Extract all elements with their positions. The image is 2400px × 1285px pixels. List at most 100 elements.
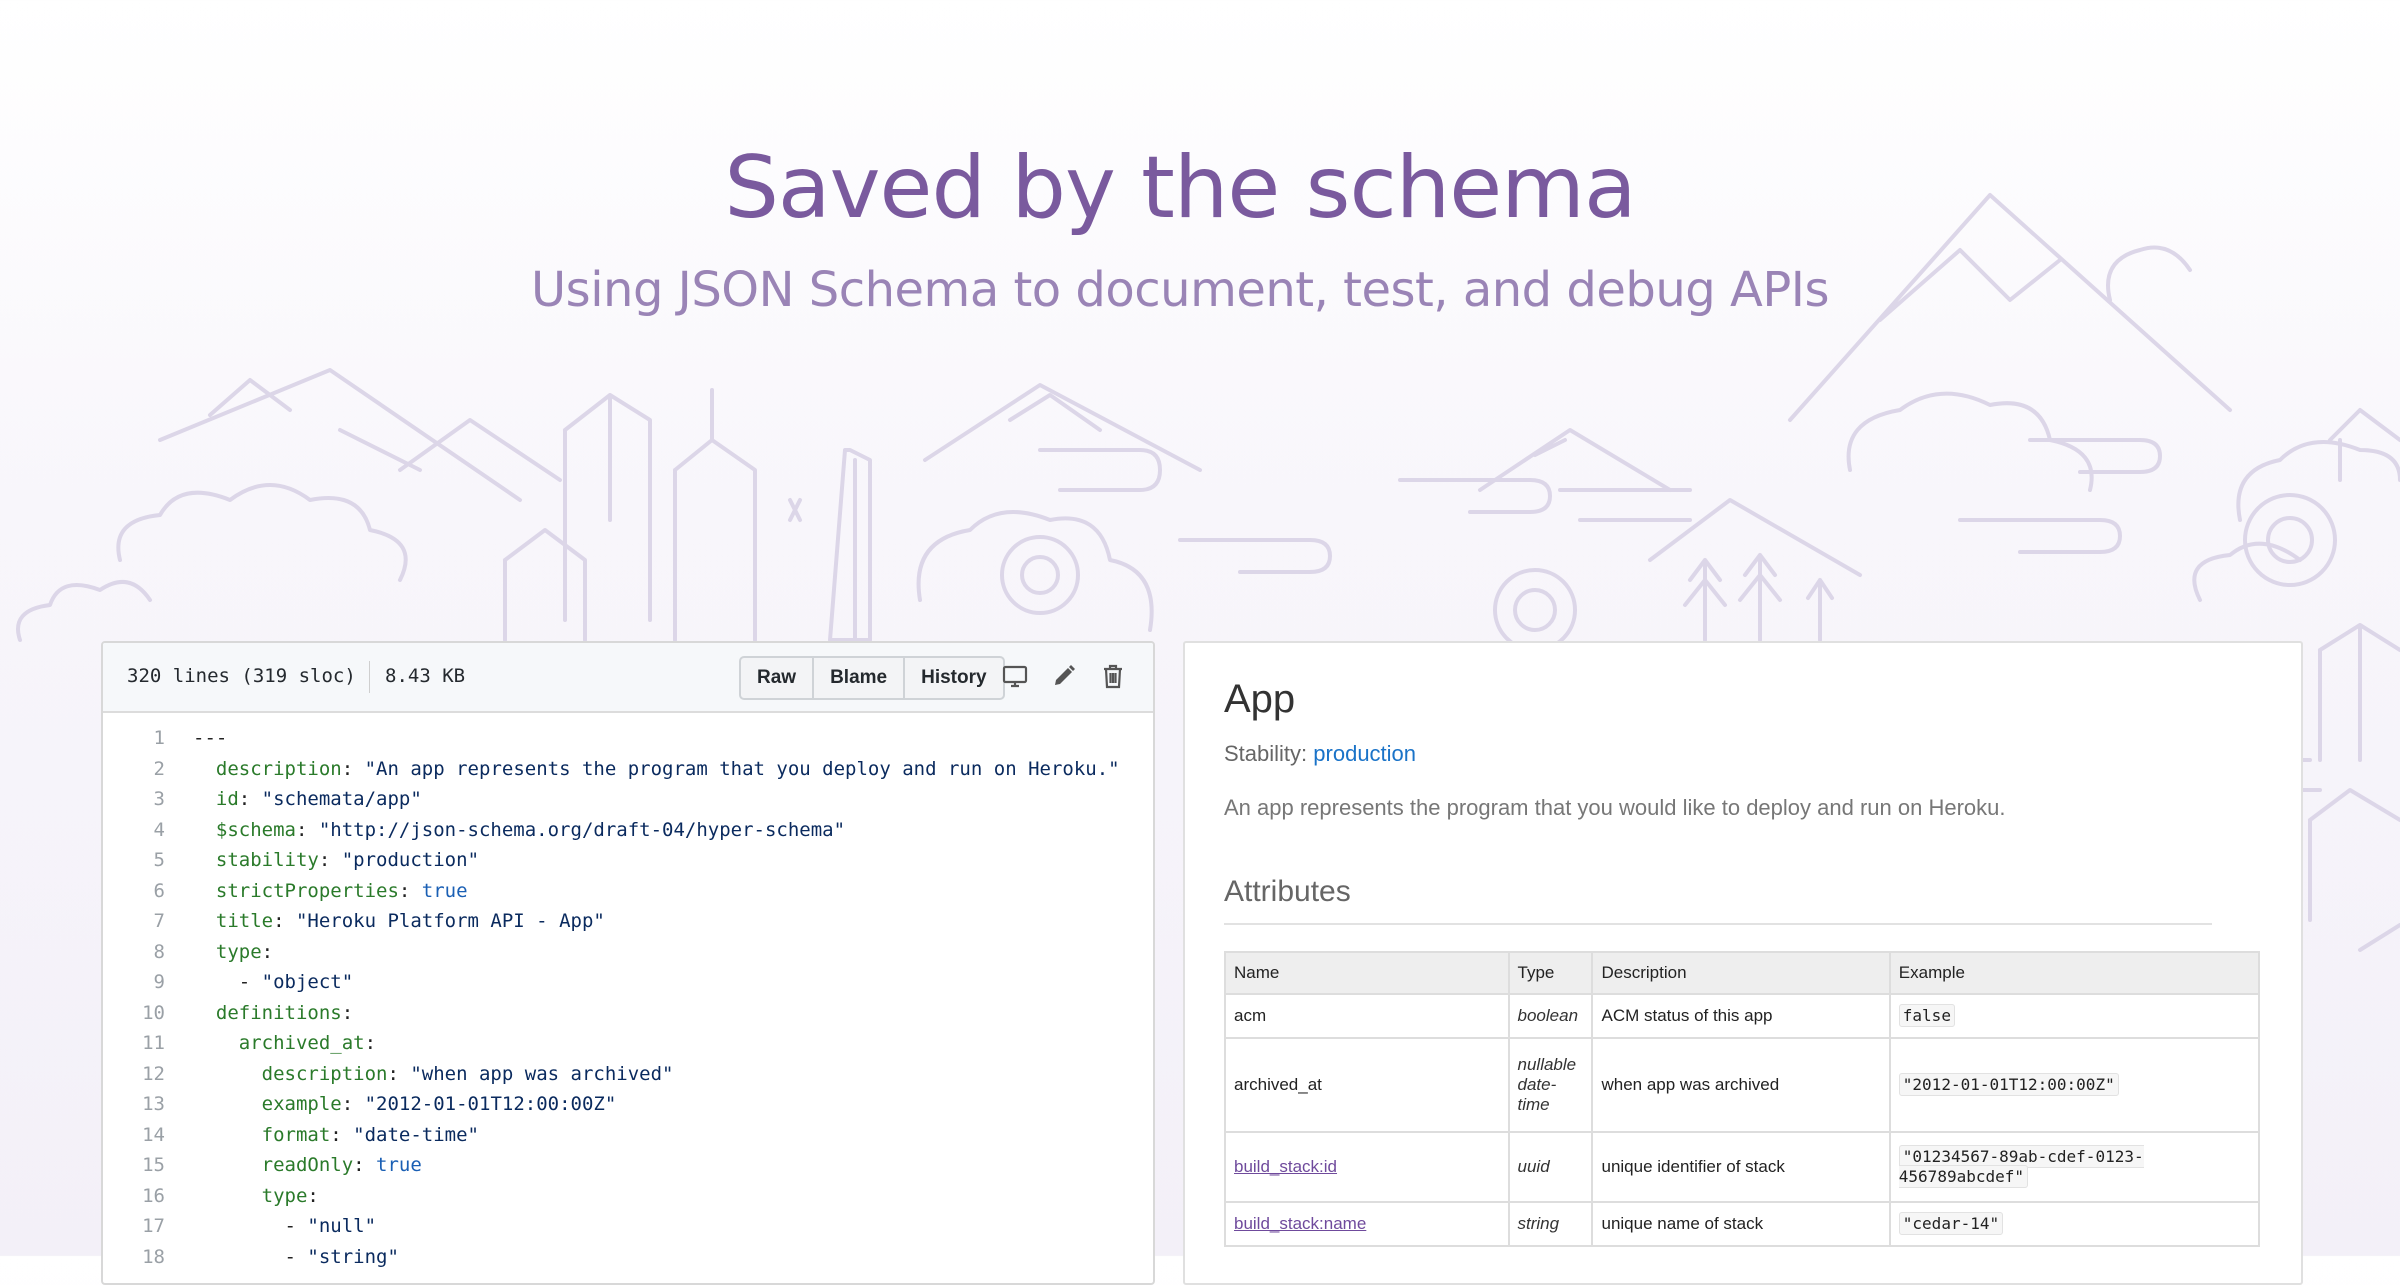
trash-icon[interactable] xyxy=(1098,661,1128,691)
code-text: type: xyxy=(193,937,273,968)
code-key: type xyxy=(193,940,262,963)
code-line: 18 - "string" xyxy=(103,1242,1153,1273)
attr-example-cell: "cedar-14" xyxy=(1888,1201,2261,1247)
pencil-icon[interactable] xyxy=(1049,661,1079,691)
attr-name-link[interactable]: build_stack:id xyxy=(1234,1157,1337,1176)
code-value: "when app was archived" xyxy=(410,1062,674,1085)
code-line: 14 format: "date-time" xyxy=(103,1120,1153,1151)
line-number[interactable]: 17 xyxy=(103,1211,165,1242)
attr-description: unique identifier of stack xyxy=(1591,1131,1891,1203)
code-text: archived_at: xyxy=(193,1028,376,1059)
code-key: description xyxy=(193,1062,388,1085)
line-number[interactable]: 7 xyxy=(103,906,165,937)
code-text: - "object" xyxy=(193,967,353,998)
line-number[interactable]: 11 xyxy=(103,1028,165,1059)
code-line: 1 --- xyxy=(103,723,1153,754)
line-number[interactable]: 9 xyxy=(103,967,165,998)
attr-example-cell: false xyxy=(1888,993,2261,1039)
code-lines: 1 --- 2 description: "An app represents th… xyxy=(103,713,1153,1272)
code-value: "Heroku Platform API - App" xyxy=(295,910,605,932)
line-number[interactable]: 2 xyxy=(103,754,165,785)
code-line: 11 archived_at: xyxy=(103,1028,1153,1059)
stability-value-link[interactable]: production xyxy=(1313,741,1416,766)
code-key: example xyxy=(193,1093,342,1115)
code-separator: : xyxy=(238,788,262,810)
line-number[interactable]: 6 xyxy=(103,876,165,907)
attr-example: "cedar-14" xyxy=(1898,1212,2004,1235)
resource-title: App xyxy=(1224,677,1296,721)
code-key: --- xyxy=(193,727,228,749)
code-line: 17 - "null" xyxy=(103,1211,1153,1242)
attr-type: uuid xyxy=(1507,1131,1594,1203)
code-text: title: "Heroku Platform API - App" xyxy=(193,906,605,937)
code-separator: - xyxy=(193,1245,308,1268)
column-header-example: Example xyxy=(1888,951,2261,995)
code-separator: - xyxy=(193,1215,308,1237)
code-separator: : xyxy=(318,849,342,871)
attr-type: string xyxy=(1507,1201,1594,1247)
code-separator: - xyxy=(193,971,262,993)
code-text: description: "when app was archived" xyxy=(193,1059,674,1090)
code-text: type: xyxy=(193,1181,319,1212)
code-separator: : xyxy=(341,1001,354,1024)
line-number[interactable]: 10 xyxy=(103,998,165,1029)
history-button[interactable]: History xyxy=(905,658,1002,698)
raw-button[interactable]: Raw xyxy=(741,658,815,698)
attributes-heading: Attributes xyxy=(1224,875,1351,908)
heading-divider xyxy=(1224,923,2212,925)
line-number[interactable]: 1 xyxy=(103,723,165,754)
attr-name: acm xyxy=(1234,1006,1267,1025)
line-number[interactable]: 5 xyxy=(103,845,165,876)
code-text: definitions: xyxy=(193,998,353,1029)
line-number[interactable]: 12 xyxy=(103,1059,165,1090)
code-line: 15 readOnly: true xyxy=(103,1150,1153,1181)
code-value: true xyxy=(376,1154,422,1176)
code-value: "2012-01-01T12:00:00Z" xyxy=(364,1093,617,1115)
attributes-table: Name Type Description Example acm boolean… xyxy=(1224,951,2261,1247)
attr-name-link[interactable]: build_stack:name xyxy=(1234,1214,1366,1233)
attr-name-cell: archived_at xyxy=(1224,1037,1510,1133)
code-text: $schema: "http://json-schema.org/draft-0… xyxy=(193,815,845,846)
line-number[interactable]: 13 xyxy=(103,1089,165,1120)
code-text: format: "date-time" xyxy=(193,1120,479,1151)
code-value: "date-time" xyxy=(353,1123,480,1146)
attr-name: archived_at xyxy=(1234,1075,1322,1094)
file-header: 320 lines (319 sloc) 8.43 KB Raw Blame H… xyxy=(103,643,1153,713)
blame-button[interactable]: Blame xyxy=(814,658,906,698)
code-text: stability: "production" xyxy=(193,845,479,876)
desktop-icon[interactable] xyxy=(1000,661,1030,691)
code-separator: : xyxy=(364,1032,377,1054)
file-actions: Raw Blame History xyxy=(739,656,1005,700)
code-value: "null" xyxy=(307,1215,377,1237)
code-key: stability xyxy=(193,849,319,871)
table-row: acm boolean ACM status of this app false xyxy=(1224,993,2261,1039)
attr-description: when app was archived xyxy=(1591,1037,1891,1133)
page-title: Saved by the schema xyxy=(724,138,1636,238)
stability-label: Stability: xyxy=(1224,741,1308,766)
attr-example: "2012-01-01T12:00:00Z" xyxy=(1898,1073,2119,1096)
code-text: id: "schemata/app" xyxy=(193,784,422,815)
code-separator: : xyxy=(387,1062,411,1085)
line-number[interactable]: 18 xyxy=(103,1242,165,1273)
code-line: 8 type: xyxy=(103,937,1153,968)
line-count: 320 lines (319 sloc) xyxy=(127,665,356,687)
code-separator: : xyxy=(273,910,296,932)
code-line: 2 description: "An app represents the pr… xyxy=(103,754,1153,785)
attr-name-cell: build_stack:name xyxy=(1224,1201,1510,1247)
page-subtitle: Using JSON Schema to document, test, and… xyxy=(531,262,1829,318)
line-number[interactable]: 15 xyxy=(103,1150,165,1181)
table-row: build_stack:id uuid unique identifier of s… xyxy=(1224,1131,2261,1203)
code-text: - "null" xyxy=(193,1211,377,1242)
code-key: archived_at xyxy=(193,1032,365,1054)
line-number[interactable]: 8 xyxy=(103,937,165,968)
line-number[interactable]: 3 xyxy=(103,784,165,815)
line-number[interactable]: 14 xyxy=(103,1120,165,1151)
code-key: id xyxy=(193,788,239,810)
line-number[interactable]: 4 xyxy=(103,815,165,846)
code-text: readOnly: true xyxy=(193,1150,422,1181)
code-separator: : xyxy=(307,1184,319,1207)
attr-example: "01234567-89ab-cdef-0123-456789abcdef" xyxy=(1898,1145,2144,1188)
line-number[interactable]: 16 xyxy=(103,1181,165,1212)
resource-description: An app represents the program that you w… xyxy=(1224,795,2006,820)
code-value: "An app represents the program that you … xyxy=(364,757,1120,780)
